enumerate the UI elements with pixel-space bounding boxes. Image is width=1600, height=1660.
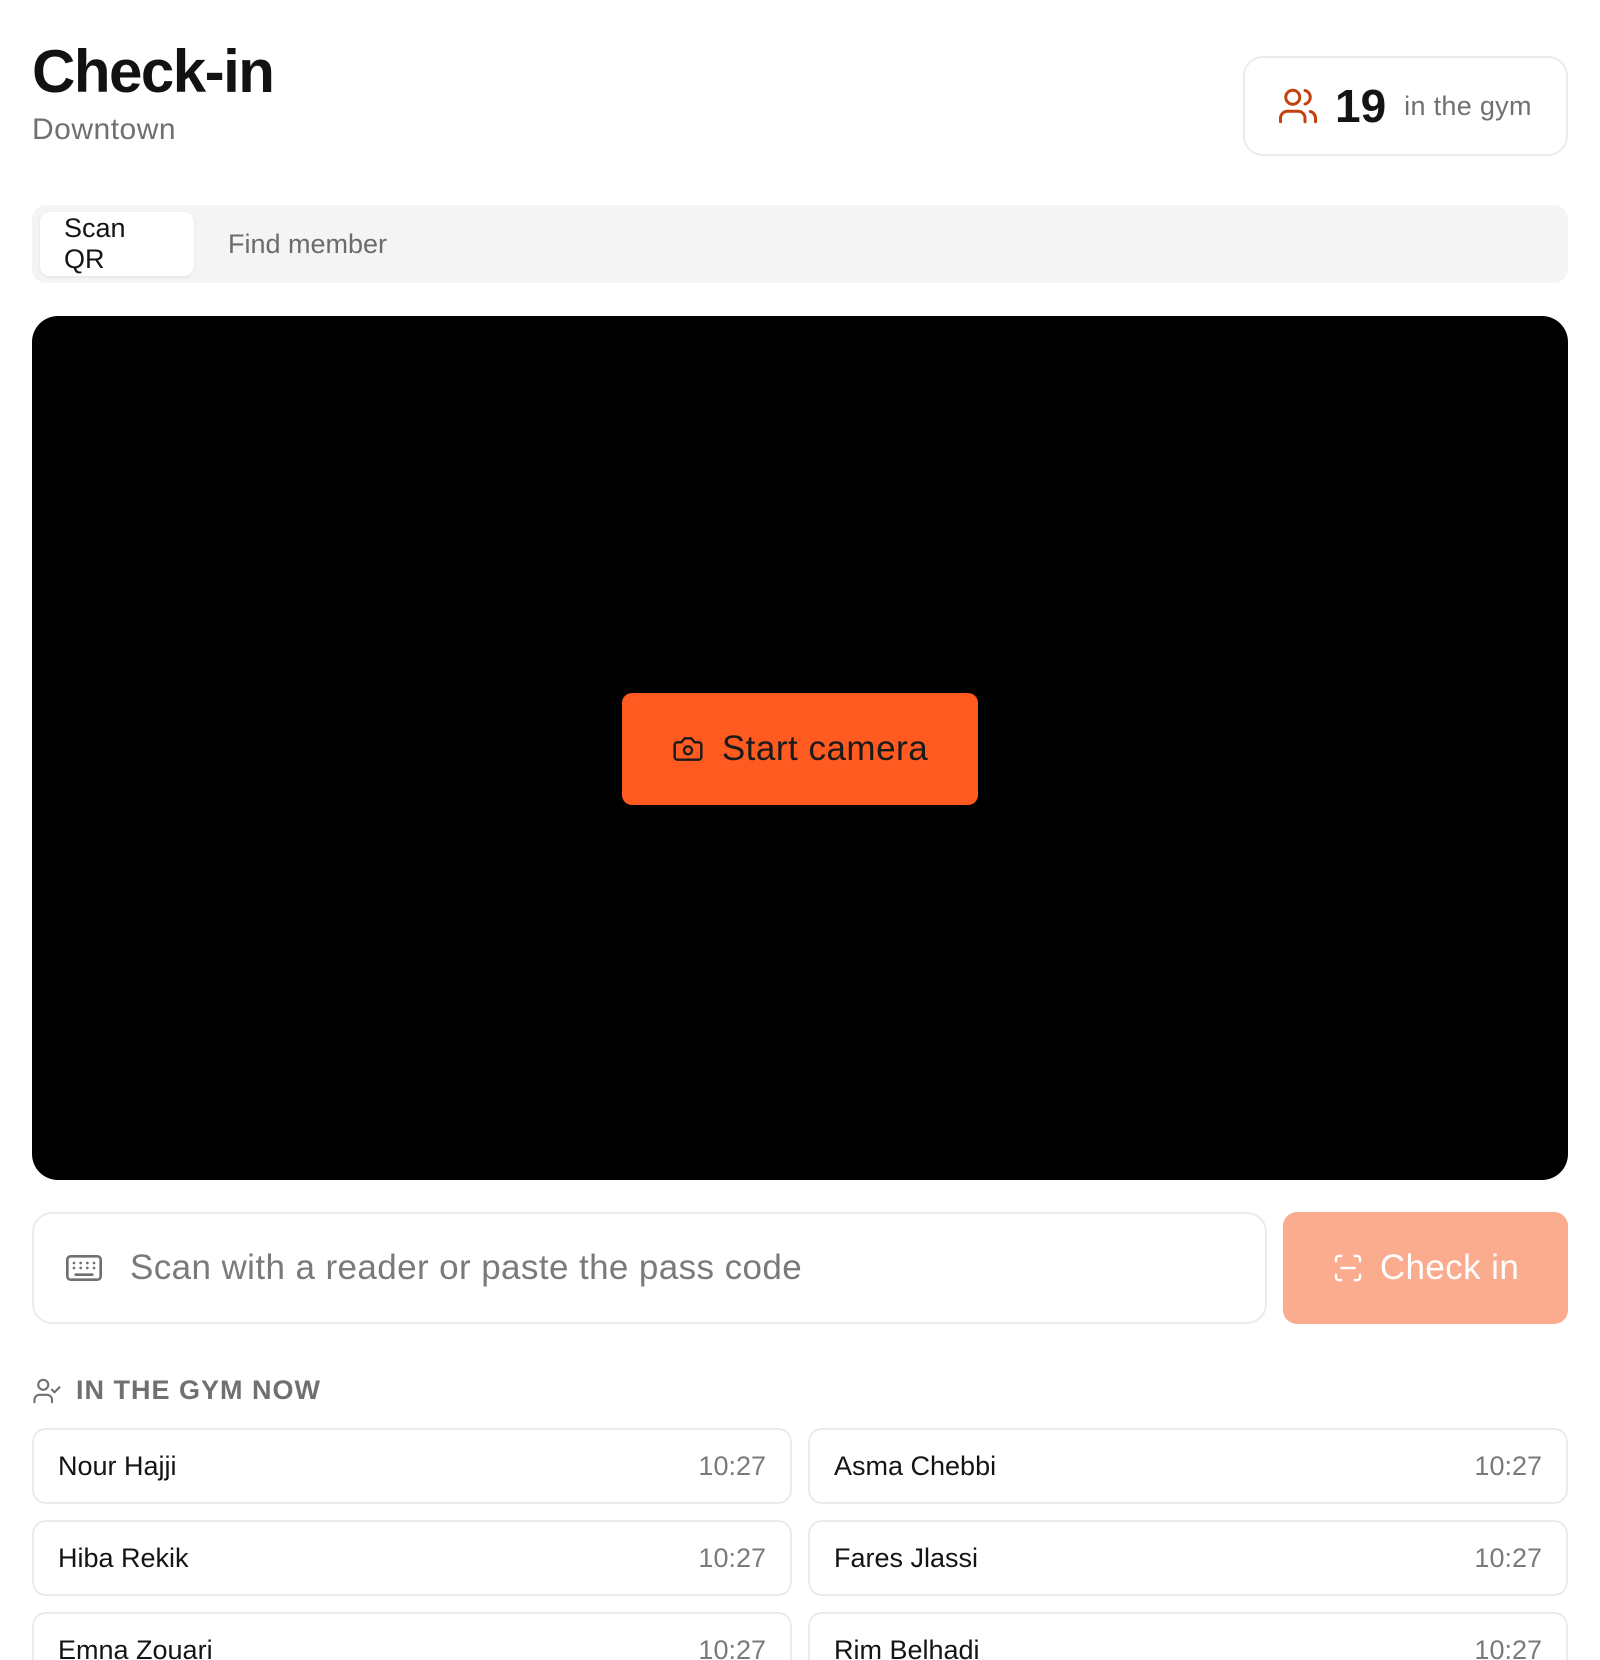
keyboard-icon (64, 1248, 104, 1288)
in-gym-title: IN THE GYM NOW (76, 1375, 321, 1405)
member-card[interactable]: Emna Zouari 10:27 (32, 1612, 792, 1660)
check-in-time: 10:27 (1474, 1634, 1542, 1660)
member-name: Nour Hajji (58, 1450, 177, 1481)
user-check-icon (32, 1376, 62, 1406)
start-camera-label: Start camera (721, 729, 929, 768)
member-name: Asma Chebbi (834, 1450, 997, 1481)
check-in-time: 10:27 (698, 1634, 766, 1660)
member-card[interactable]: Nour Hajji 10:27 (32, 1428, 792, 1504)
pass-code-field (32, 1212, 1267, 1324)
scan-icon (1332, 1252, 1364, 1284)
start-camera-button[interactable]: Start camera (622, 693, 978, 805)
mode-tabs: Scan QR Find member (32, 205, 1568, 283)
page-header: Check-in Downtown (32, 36, 275, 148)
check-in-button[interactable]: Check in (1283, 1212, 1568, 1324)
in-gym-list: Nour Hajji 10:27 Asma Chebbi 10:27 Hiba … (32, 1428, 1568, 1660)
camera-icon (672, 733, 704, 765)
member-card[interactable]: Asma Chebbi 10:27 (808, 1428, 1568, 1504)
check-in-time: 10:27 (1474, 1542, 1542, 1573)
check-in-label: Check in (1379, 1248, 1520, 1287)
tab-find-member[interactable]: Find member (204, 212, 411, 276)
page-title: Check-in (32, 38, 275, 105)
occupancy-label: in the gym (1404, 90, 1532, 121)
member-card[interactable]: Rim Belhadi 10:27 (808, 1612, 1568, 1660)
in-gym-heading: IN THE GYM NOW (32, 1375, 321, 1406)
users-icon (1277, 85, 1319, 127)
location-name: Downtown (32, 113, 177, 146)
pass-code-input[interactable] (130, 1248, 1210, 1288)
member-name: Rim Belhadi (834, 1634, 980, 1660)
member-card[interactable]: Hiba Rekik 10:27 (32, 1520, 792, 1596)
check-in-page: Check-in Downtown 19 in the gym Scan QR … (0, 0, 1600, 1660)
member-name: Hiba Rekik (58, 1542, 189, 1573)
occupancy-card: 19 in the gym (1243, 56, 1568, 156)
check-in-time: 10:27 (1474, 1450, 1542, 1481)
check-in-time: 10:27 (698, 1542, 766, 1573)
member-name: Fares Jlassi (834, 1542, 979, 1573)
occupancy-count: 19 (1335, 80, 1387, 132)
check-in-time: 10:27 (698, 1450, 766, 1481)
pass-code-entry: Check in (32, 1212, 1568, 1324)
camera-preview: Start camera (32, 316, 1568, 1180)
tab-scan-qr[interactable]: Scan QR (40, 212, 194, 276)
member-card[interactable]: Fares Jlassi 10:27 (808, 1520, 1568, 1596)
member-name: Emna Zouari (58, 1634, 213, 1660)
